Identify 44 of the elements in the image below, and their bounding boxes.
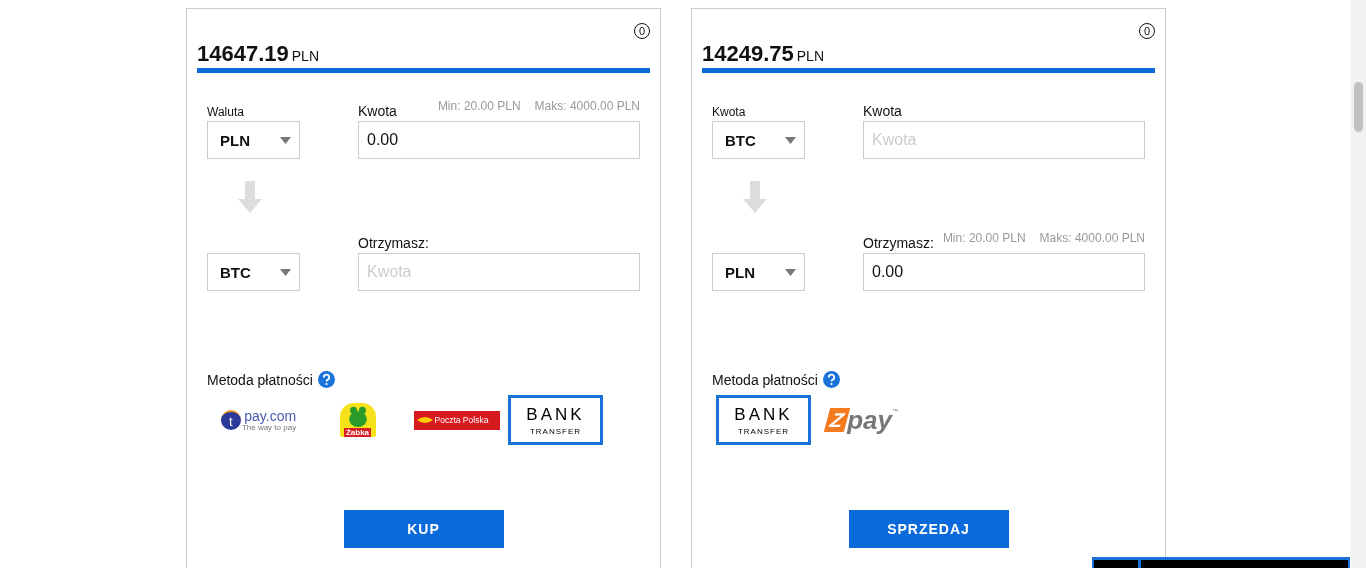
logo-text: pay.com bbox=[244, 408, 297, 423]
scrollbar-thumb[interactable] bbox=[1354, 82, 1363, 132]
select-label: Waluta bbox=[207, 105, 244, 119]
min-limit: Min: 20.00 PLN bbox=[437, 99, 521, 113]
amount-field[interactable]: 0.00 bbox=[358, 121, 640, 159]
field-label: Kwota bbox=[863, 103, 902, 119]
down-arrow-icon bbox=[743, 181, 767, 213]
balance-currency: PLN bbox=[291, 48, 319, 64]
field-label: Otrzymasz: bbox=[358, 235, 429, 251]
logo-text: Żabka bbox=[343, 428, 372, 437]
currency-select[interactable]: PLN bbox=[207, 121, 300, 159]
currency-select[interactable]: PLN bbox=[712, 253, 805, 291]
logo-text: Poczta Polska bbox=[434, 415, 489, 425]
max-limit: Maks: 4000.00 PLN bbox=[1039, 231, 1145, 245]
logo-text: BANK bbox=[734, 404, 793, 425]
max-limit: Maks: 4000.00 PLN bbox=[534, 99, 640, 113]
logo-text: BANK bbox=[526, 404, 585, 425]
field-label: Kwota bbox=[358, 103, 397, 119]
help-icon bbox=[317, 371, 335, 388]
submit-button[interactable]: SPRZEDAJ bbox=[848, 510, 1009, 548]
field-label: Otrzymasz: bbox=[863, 235, 934, 251]
currency-select[interactable]: BTC bbox=[207, 253, 300, 291]
payment-method-label: Metoda płatności bbox=[712, 371, 818, 388]
select-label: Kwota bbox=[712, 105, 746, 119]
logo-mark: t bbox=[220, 410, 241, 430]
balance-currency: PLN bbox=[796, 48, 824, 64]
help-icon bbox=[822, 371, 840, 388]
logo-tagline: TRANSFER bbox=[737, 426, 790, 436]
caret-icon bbox=[785, 136, 796, 144]
balance-amount: 14647.19 bbox=[197, 41, 289, 66]
caret-icon bbox=[785, 268, 796, 276]
payment-method-label: Metoda płatności bbox=[207, 371, 313, 388]
caret-icon bbox=[280, 268, 291, 276]
amount-field[interactable]: 0.00 bbox=[863, 253, 1145, 291]
down-arrow-icon bbox=[238, 181, 262, 213]
scrollbar[interactable] bbox=[1351, 0, 1366, 568]
balance-amount: 14249.75 bbox=[702, 41, 794, 66]
payment-option[interactable]: BANK TRANSFER bbox=[716, 395, 811, 445]
submit-button[interactable]: KUP bbox=[343, 510, 504, 548]
payment-option[interactable]: BANK TRANSFER bbox=[508, 395, 603, 445]
currency-select[interactable]: BTC bbox=[712, 121, 805, 159]
min-limit: Min: 20.00 PLN bbox=[942, 231, 1026, 245]
caret-icon bbox=[280, 136, 291, 144]
logo-tagline: TRANSFER bbox=[529, 426, 582, 436]
